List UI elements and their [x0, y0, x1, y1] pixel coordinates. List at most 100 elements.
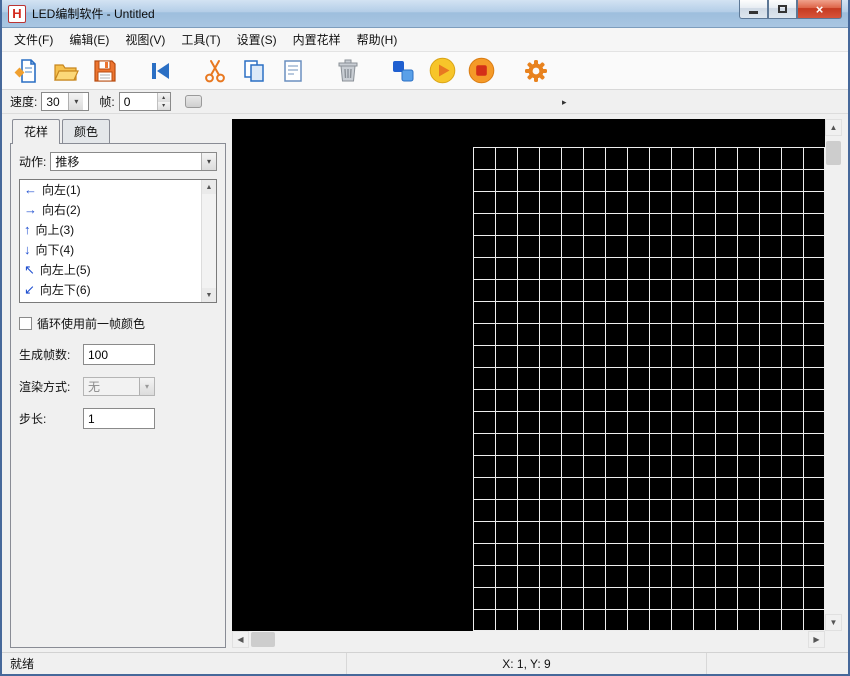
close-button[interactable]: ×	[797, 0, 842, 19]
frame-spinner[interactable]: ▴ ▾	[118, 92, 171, 111]
titlebar[interactable]: H LED编制软件 - Untitled ×	[2, 0, 848, 28]
toolbar	[2, 52, 848, 90]
list-item-label: 向右(2)	[42, 203, 81, 217]
frames-label: 生成帧数:	[19, 348, 71, 362]
trash-icon	[338, 59, 358, 81]
list-item-label: 向左(1)	[42, 183, 81, 197]
window-controls: ×	[739, 0, 842, 19]
menu-settings[interactable]: 设置(S)	[229, 27, 285, 52]
save-file-button[interactable]	[90, 56, 120, 86]
frames-input[interactable]	[83, 344, 155, 365]
paste-button[interactable]	[278, 56, 308, 86]
stop-button[interactable]	[466, 56, 496, 86]
left-panel: 花样 颜色 动作: 推移 ▾ ← 向左(1) → 向右(2) ↑ 向上(3) ↓…	[10, 119, 226, 648]
list-item[interactable]: ← 向左(1)	[20, 180, 200, 200]
scroll-down-icon[interactable]: ▼	[825, 614, 842, 631]
speed-combobox[interactable]: 30 ▾	[41, 92, 90, 111]
vertical-scroll-track[interactable]	[825, 136, 842, 614]
toolbar-separator	[372, 56, 379, 86]
list-item-label: 向上(3)	[35, 223, 75, 237]
pattern-button[interactable]	[388, 56, 418, 86]
menu-help[interactable]: 帮助(H)	[349, 27, 406, 52]
content-area: 花样 颜色 动作: 推移 ▾ ← 向左(1) → 向右(2) ↑ 向上(3) ↓…	[2, 114, 848, 652]
arrow-up-icon: ↑	[24, 222, 31, 237]
canvas-horizontal-scrollbar[interactable]: ◀ ▶	[232, 631, 825, 648]
tab-color[interactable]: 颜色	[62, 119, 111, 143]
play-button[interactable]	[427, 56, 457, 86]
list-item-label: 向左上(5)	[39, 263, 91, 277]
action-label: 动作:	[19, 155, 47, 169]
step-input[interactable]	[83, 408, 155, 429]
horizontal-scroll-thumb[interactable]	[251, 632, 275, 647]
render-value: 无	[88, 380, 101, 394]
app-window: H LED编制软件 - Untitled × 文件(F) 编辑(E) 视图(V)…	[0, 0, 850, 676]
canvas-vertical-scrollbar[interactable]: ▲ ▼	[825, 119, 842, 631]
list-item[interactable]: ↓ 向下(4)	[20, 240, 200, 260]
delete-button[interactable]	[333, 56, 363, 86]
spin-up-icon[interactable]: ▴	[157, 93, 170, 102]
scroll-up-icon[interactable]: ▲	[825, 119, 842, 136]
scrollbar-corner	[825, 631, 842, 648]
play-icon	[429, 57, 455, 84]
menu-file[interactable]: 文件(F)	[6, 27, 61, 52]
arrow-down-icon: ↓	[24, 242, 31, 257]
spin-down-icon[interactable]: ▾	[157, 101, 170, 110]
maximize-icon	[778, 5, 787, 13]
render-label: 渲染方式:	[19, 380, 71, 394]
menu-tools[interactable]: 工具(T)	[173, 27, 228, 52]
led-canvas[interactable]: ▲ ▼ ◀ ▶	[232, 119, 842, 648]
panel-tabs: 花样 颜色	[12, 119, 226, 144]
list-item-label: 向下(4)	[35, 243, 75, 257]
led-grid[interactable]	[473, 147, 825, 631]
settings-button[interactable]	[521, 56, 551, 86]
toolbar-separator	[317, 56, 324, 86]
toolbar-separator	[129, 56, 136, 86]
scroll-down-icon[interactable]: ▼	[202, 288, 216, 302]
chevron-down-icon[interactable]: ▾	[201, 153, 216, 170]
loop-color-checkbox[interactable]	[19, 317, 32, 330]
frame-spin-arrows: ▴ ▾	[156, 93, 170, 110]
list-item[interactable]: ↖ 向左上(5)	[20, 260, 200, 280]
list-item[interactable]: ↑ 向上(3)	[20, 220, 200, 240]
render-combobox[interactable]: 无 ▾	[83, 377, 155, 396]
scroll-right-icon[interactable]: ▶	[808, 631, 825, 648]
statusbar: 就绪 X: 1, Y: 9	[2, 652, 848, 674]
scroll-left-icon[interactable]: ◀	[232, 631, 249, 648]
list-item[interactable]: ↙ 向左下(6)	[20, 280, 200, 300]
menu-edit[interactable]: 编辑(E)	[61, 27, 117, 52]
paste-icon	[284, 59, 302, 82]
direction-listbox[interactable]: ← 向左(1) → 向右(2) ↑ 向上(3) ↓ 向下(4) ↖ 向左上(5)	[19, 179, 217, 303]
listbox-scrollbar[interactable]: ▲ ▼	[201, 180, 216, 302]
tab-pattern[interactable]: 花样	[12, 119, 61, 144]
toolbar-separator	[505, 56, 512, 86]
scroll-up-icon[interactable]: ▲	[202, 180, 216, 194]
track-arrow-icon[interactable]: ▸	[562, 97, 567, 108]
loop-color-label: 循环使用前一帧颜色	[37, 317, 146, 331]
loop-color-row: 循环使用前一帧颜色	[19, 315, 217, 332]
new-file-button[interactable]	[12, 56, 42, 86]
maximize-button[interactable]	[768, 0, 797, 19]
list-item[interactable]: → 向右(2)	[20, 200, 200, 220]
pattern-panel: 动作: 推移 ▾ ← 向左(1) → 向右(2) ↑ 向上(3) ↓ 向下(4)…	[10, 143, 226, 648]
action-combobox[interactable]: 推移 ▾	[50, 152, 217, 171]
arrow-right-icon: →	[24, 202, 37, 217]
window-title: LED编制软件 - Untitled	[32, 7, 155, 21]
vertical-scroll-thumb[interactable]	[826, 141, 841, 165]
arrow-up-left-icon: ↖	[24, 262, 35, 277]
frames-row: 生成帧数:	[19, 344, 217, 365]
minimize-button[interactable]	[739, 0, 768, 19]
open-folder-icon	[54, 63, 79, 81]
action-row: 动作: 推移 ▾	[19, 152, 217, 171]
frame-input[interactable]	[119, 93, 157, 110]
horizontal-scroll-track[interactable]	[249, 631, 808, 648]
frame-slider-thumb[interactable]	[184, 95, 202, 108]
open-file-button[interactable]	[51, 56, 81, 86]
titlebar-left: H LED编制软件 - Untitled	[8, 0, 155, 28]
save-icon	[94, 59, 116, 82]
menu-builtin-patterns[interactable]: 内置花样	[285, 27, 349, 52]
copy-button[interactable]	[239, 56, 269, 86]
cut-button[interactable]	[200, 56, 230, 86]
rewind-button[interactable]	[145, 56, 175, 86]
chevron-down-icon[interactable]: ▾	[68, 93, 84, 110]
menu-view[interactable]: 视图(V)	[117, 27, 173, 52]
